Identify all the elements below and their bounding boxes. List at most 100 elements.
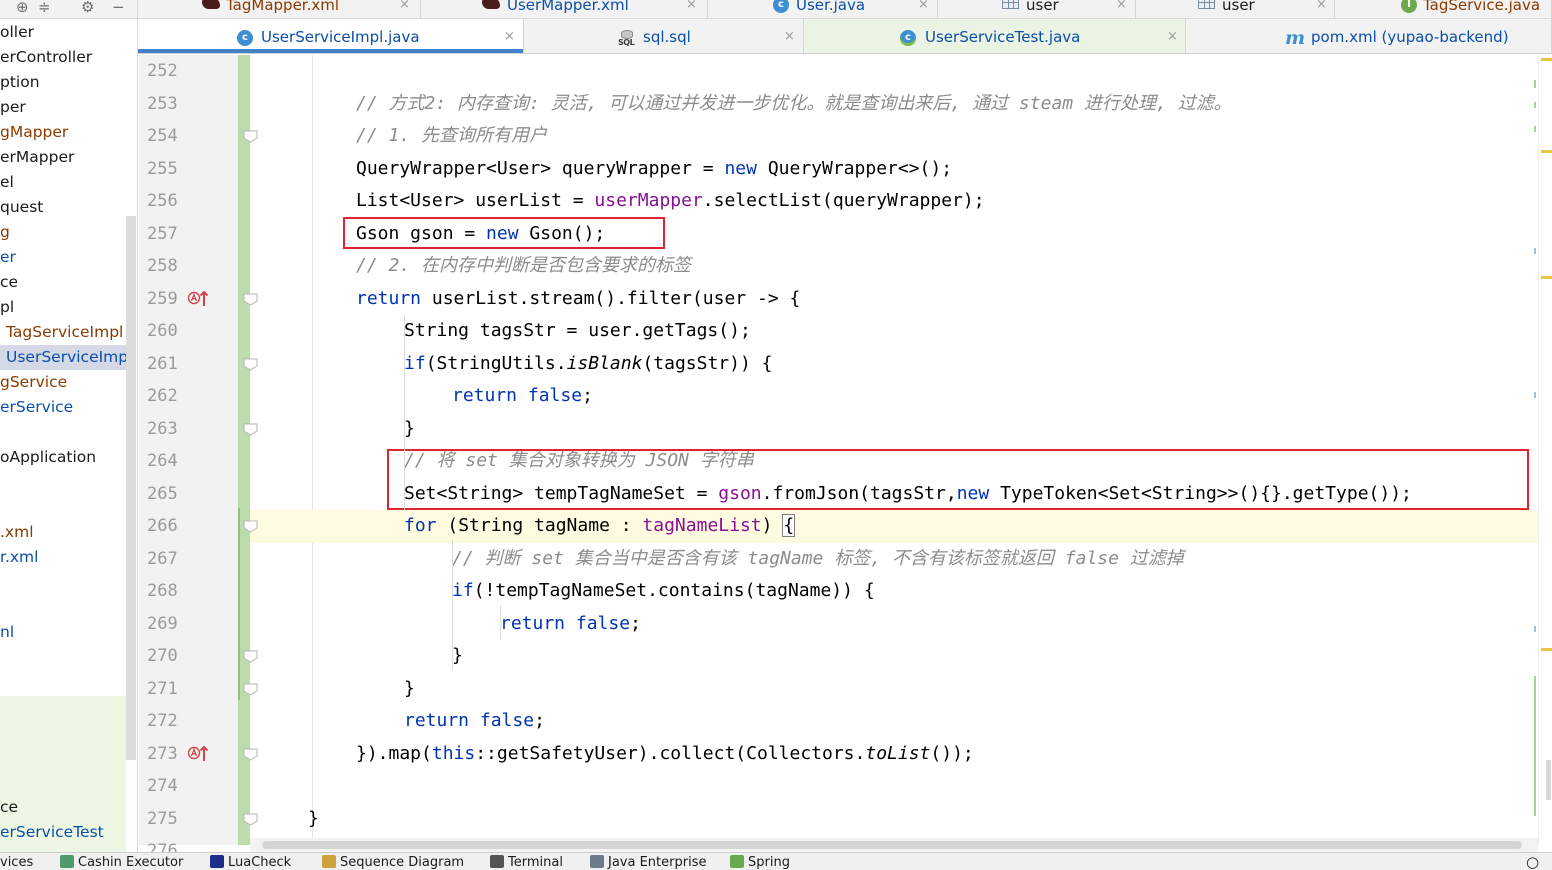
- minimize-icon[interactable]: −: [112, 0, 125, 17]
- line-number[interactable]: 266: [147, 510, 187, 543]
- line-number[interactable]: 263: [147, 413, 187, 446]
- code-text[interactable]: return false;: [404, 705, 545, 738]
- code-text[interactable]: if(!tempTagNameSet.contains(tagName)) {: [452, 575, 875, 608]
- code-line[interactable]: [0, 705, 1552, 738]
- editor-vertical-scrollbar[interactable]: [1538, 55, 1552, 845]
- code-text[interactable]: return false;: [500, 608, 641, 641]
- tool-window-button[interactable]: Terminal: [490, 855, 563, 870]
- line-number[interactable]: 270: [147, 640, 187, 673]
- warning-marker[interactable]: [1541, 58, 1552, 61]
- fold-icon[interactable]: [243, 813, 258, 826]
- line-number[interactable]: 259: [147, 283, 187, 316]
- editor-tab[interactable]: SQL sql.sql ×: [524, 19, 804, 53]
- close-icon[interactable]: ×: [399, 0, 410, 12]
- line-number[interactable]: 275: [147, 803, 187, 836]
- code-text[interactable]: // 1. 先查询所有用户: [356, 120, 547, 153]
- code-line[interactable]: [0, 640, 1552, 673]
- fold-icon[interactable]: [243, 423, 258, 436]
- line-number[interactable]: 262: [147, 380, 187, 413]
- change-marker[interactable]: [1534, 392, 1536, 398]
- line-number[interactable]: 258: [147, 250, 187, 283]
- search-icon[interactable]: ○: [1526, 853, 1539, 870]
- tool-window-button[interactable]: Java Enterprise: [590, 855, 706, 870]
- code-text[interactable]: return userList.stream().filter(user -> …: [356, 283, 800, 316]
- close-icon[interactable]: ×: [784, 29, 795, 44]
- line-number[interactable]: 267: [147, 543, 187, 576]
- fold-icon[interactable]: [243, 520, 258, 533]
- line-number[interactable]: 272: [147, 705, 187, 738]
- editor-tab[interactable]: TagMapper.xml ×: [138, 0, 421, 18]
- scrollbar-thumb[interactable]: [1546, 760, 1551, 800]
- close-icon[interactable]: ×: [504, 29, 515, 44]
- override-method-icon[interactable]: [187, 290, 210, 308]
- gear-icon[interactable]: ⚙: [81, 0, 94, 17]
- warning-marker[interactable]: [1541, 276, 1552, 279]
- fold-icon[interactable]: [243, 650, 258, 663]
- tree-node[interactable]: oller: [0, 20, 126, 45]
- line-number[interactable]: 254: [147, 120, 187, 153]
- change-marker[interactable]: [1534, 126, 1536, 132]
- tool-window-button[interactable]: LuaCheck: [210, 855, 291, 870]
- line-number[interactable]: 255: [147, 153, 187, 186]
- line-number[interactable]: 265: [147, 478, 187, 511]
- tool-window-button[interactable]: vices: [0, 855, 33, 870]
- horizontal-scrollbar-thumb[interactable]: [262, 841, 1522, 849]
- line-number[interactable]: 271: [147, 673, 187, 706]
- change-marker[interactable]: [1534, 676, 1536, 816]
- code-text[interactable]: }: [452, 640, 463, 673]
- code-line[interactable]: [0, 380, 1552, 413]
- tree-node[interactable]: .xml: [0, 520, 126, 545]
- close-icon[interactable]: ×: [1116, 0, 1127, 12]
- code-text[interactable]: if(StringUtils.isBlank(tagsStr)) {: [404, 348, 772, 381]
- close-icon[interactable]: ×: [1316, 0, 1327, 12]
- editor-tab[interactable]: I TagService.java: [1335, 0, 1552, 18]
- override-method-icon[interactable]: [187, 745, 210, 763]
- change-marker[interactable]: [1534, 102, 1536, 108]
- fold-icon[interactable]: [243, 683, 258, 696]
- line-number[interactable]: 257: [147, 218, 187, 251]
- code-line[interactable]: [0, 348, 1552, 381]
- change-marker[interactable]: [1534, 626, 1536, 632]
- editor-tab[interactable]: c UserServiceTest.java ×: [804, 19, 1186, 53]
- code-line[interactable]: [0, 608, 1552, 641]
- code-line[interactable]: [0, 218, 1552, 251]
- change-marker[interactable]: [1534, 248, 1536, 254]
- editor-tab[interactable]: user ×: [938, 0, 1136, 18]
- code-text[interactable]: // 方式2: 内存查询: 灵活, 可以通过并发进一步优化。就是查询出来后, 通…: [356, 88, 1232, 121]
- editor-tab[interactable]: user ×: [1136, 0, 1335, 18]
- code-text[interactable]: }: [308, 803, 319, 836]
- line-number[interactable]: 253: [147, 88, 187, 121]
- line-number[interactable]: 252: [147, 55, 187, 88]
- code-line[interactable]: [0, 770, 1552, 803]
- line-number[interactable]: 274: [147, 770, 187, 803]
- warning-marker[interactable]: [1541, 150, 1552, 153]
- fold-icon[interactable]: [243, 130, 258, 143]
- change-marker[interactable]: [1534, 80, 1536, 88]
- code-text[interactable]: }).map(this::getSafetyUser).collect(Coll…: [356, 738, 974, 771]
- code-text[interactable]: QueryWrapper<User> queryWrapper = new Qu…: [356, 153, 952, 186]
- tool-window-button[interactable]: Cashin Executor: [60, 855, 183, 870]
- editor-tab[interactable]: m pom.xml (yupao-backend): [1186, 19, 1552, 53]
- code-text[interactable]: String tagsStr = user.getTags();: [404, 315, 751, 348]
- collapse-all-icon[interactable]: ≑: [38, 0, 51, 17]
- fold-icon[interactable]: [243, 748, 258, 761]
- line-number[interactable]: 256: [147, 185, 187, 218]
- line-number[interactable]: 260: [147, 315, 187, 348]
- editor-tab[interactable]: UserMapper.xml ×: [421, 0, 708, 18]
- code-line[interactable]: [0, 55, 1552, 88]
- code-line[interactable]: [0, 673, 1552, 706]
- line-number[interactable]: 273: [147, 738, 187, 771]
- editor-tab[interactable]: c UserServiceImpl.java ×: [138, 19, 524, 53]
- code-text[interactable]: }: [404, 413, 415, 446]
- warning-marker[interactable]: [1541, 648, 1552, 651]
- code-line[interactable]: [0, 120, 1552, 153]
- line-number[interactable]: 268: [147, 575, 187, 608]
- code-line[interactable]: [0, 413, 1552, 446]
- close-icon[interactable]: ×: [686, 0, 697, 12]
- code-text[interactable]: // 判断 set 集合当中是否含有该 tagName 标签, 不含有该标签就返…: [452, 543, 1184, 576]
- code-text[interactable]: return false;: [452, 380, 593, 413]
- fold-icon[interactable]: [243, 293, 258, 306]
- code-text[interactable]: }: [404, 673, 415, 706]
- editor-tab[interactable]: c User.java ×: [708, 0, 938, 18]
- tool-window-button[interactable]: Spring: [730, 855, 790, 870]
